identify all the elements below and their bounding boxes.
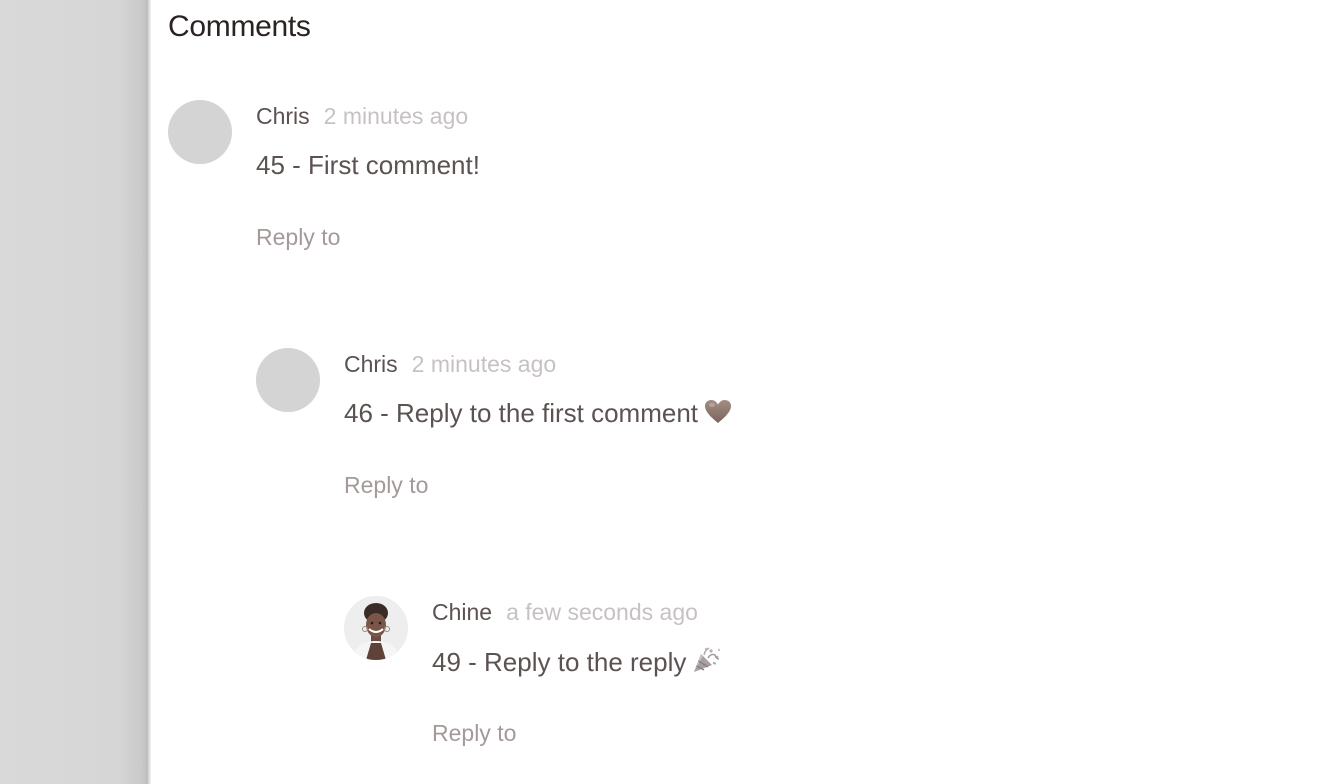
comment-meta: Chris 2 minutes ago — [256, 103, 468, 130]
reply-button[interactable]: Reply to — [432, 720, 516, 747]
comment-author[interactable]: Chine — [432, 599, 492, 625]
comment-text: 49 - Reply to the reply — [432, 647, 687, 677]
comment-item: Chine a few seconds ago 49 - Reply to the… — [344, 596, 944, 756]
left-sidebar-panel — [0, 0, 148, 784]
comment-author[interactable]: Chris — [256, 103, 310, 129]
heart-icon — [704, 399, 732, 432]
comment-item: Chris 2 minutes ago 46 - Reply to the fir… — [256, 348, 856, 508]
comment-body: 49 - Reply to the reply — [432, 646, 722, 681]
avatar[interactable] — [256, 348, 320, 412]
comment-item: Chris 2 minutes ago 45 - First comment! R… — [168, 100, 768, 260]
page-title: Comments — [168, 10, 311, 43]
comment-meta: Chris 2 minutes ago — [344, 351, 556, 378]
comment-body: 45 - First comment! — [256, 150, 480, 181]
comment-timestamp: 2 minutes ago — [411, 351, 557, 377]
comment-timestamp: a few seconds ago — [506, 599, 698, 625]
avatar[interactable] — [344, 596, 408, 660]
reply-button[interactable]: Reply to — [256, 224, 340, 251]
reply-button[interactable]: Reply to — [344, 472, 428, 499]
comment-text: 46 - Reply to the first comment — [344, 398, 699, 428]
comment-text: 45 - First comment! — [256, 150, 480, 180]
comment-body: 46 - Reply to the first comment — [344, 398, 732, 432]
comment-timestamp: 2 minutes ago — [323, 103, 469, 129]
party-popper-icon — [692, 646, 722, 681]
avatar[interactable] — [168, 100, 232, 164]
comment-meta: Chine a few seconds ago — [432, 599, 698, 626]
comment-author[interactable]: Chris — [344, 351, 398, 377]
user-photo-icon — [344, 596, 408, 660]
